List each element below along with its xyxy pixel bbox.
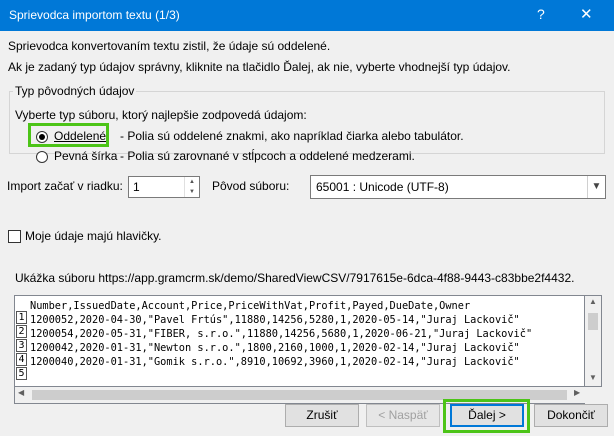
spinner-buttons[interactable]: ▲ ▼	[184, 177, 199, 197]
preview-row: 4 1200042,2020-01-31,"Newton s.r.o.",180…	[15, 341, 520, 366]
preview-row: 1 Number,IssuedDate,Account,Price,PriceW…	[15, 299, 470, 324]
intro-text-2: Ak je zadaný typ údajov správny, kliknit…	[8, 60, 511, 74]
preview-row-text: 1200040,2020-01-31,"Gomik s.r.o.",8910,1…	[30, 356, 520, 368]
start-row-value[interactable]: 1	[133, 180, 140, 194]
title-bar: Sprievodca importom textu (1/3) ? ✕	[0, 0, 614, 31]
preview-vertical-scrollbar[interactable]: ▲ ▼	[585, 295, 602, 387]
preview-row-text: 1200054,2020-05-31,"FIBER, s.r.o.",11880…	[30, 328, 533, 340]
preview-row-text: 1200042,2020-01-31,"Newton s.r.o.",1800,…	[30, 342, 520, 354]
preview-row-text: 1200052,2020-04-30,"Pavel Frtús",11880,1…	[30, 314, 520, 326]
cancel-button[interactable]: Zrušiť	[285, 404, 359, 427]
close-icon[interactable]: ✕	[580, 5, 593, 23]
preview-row: 5 1200040,2020-01-31,"Gomik s.r.o.",8910…	[15, 355, 520, 380]
radio-fixed-width[interactable]: Pevná šírka - Polia sú zarovnané v stĺpc…	[36, 148, 596, 166]
spin-down-icon[interactable]: ▼	[185, 187, 199, 197]
radio-fixed-width-circle[interactable]	[36, 151, 48, 163]
radio-fixed-width-description: - Polia sú zarovnané v stĺpcoch a oddele…	[120, 149, 415, 163]
start-row-label: Import začať v riadku:	[7, 179, 123, 193]
scroll-left-icon[interactable]: ◀	[18, 388, 24, 397]
preview-row-text: Number,IssuedDate,Account,Price,PriceWit…	[30, 300, 471, 312]
preview-row: 3 1200054,2020-05-31,"FIBER, s.r.o.",118…	[15, 327, 532, 352]
vertical-scroll-thumb[interactable]	[588, 313, 598, 330]
preview-label: Ukážka súboru https://app.gramcrm.sk/dem…	[15, 271, 575, 285]
preview-row: 2 1200052,2020-04-30,"Pavel Frtús",11880…	[15, 313, 520, 338]
data-type-hint: Vyberte typ súboru, ktorý najlepšie zodp…	[15, 108, 307, 122]
scroll-right-icon[interactable]: ▶	[574, 388, 580, 397]
scroll-corner	[585, 387, 602, 404]
help-icon[interactable]: ?	[537, 6, 545, 22]
spin-up-icon[interactable]: ▲	[185, 177, 199, 187]
radio-delimited-description: - Polia sú oddelené znakmi, ako napríkla…	[120, 129, 464, 143]
back-button[interactable]: < Naspäť	[366, 404, 440, 427]
group-legend: Typ pôvodných údajov	[15, 84, 135, 98]
finish-button[interactable]: Dokončiť	[534, 404, 608, 427]
scroll-up-icon[interactable]: ▲	[585, 297, 601, 306]
highlight-box-next	[443, 399, 530, 433]
scroll-down-icon[interactable]: ▼	[585, 373, 601, 382]
file-origin-label: Pôvod súboru:	[212, 179, 290, 193]
original-data-type-group: Typ pôvodných údajov Vyberte typ súboru,…	[9, 84, 605, 163]
file-preview[interactable]: 1 Number,IssuedDate,Account,Price,PriceW…	[14, 295, 585, 387]
preview-row-number: 5	[16, 367, 27, 380]
chevron-down-icon[interactable]: ▼	[587, 176, 605, 198]
intro-text-1: Sprievodca konvertovaním textu zistil, ž…	[8, 39, 331, 53]
radio-fixed-width-label[interactable]: Pevná šírka	[54, 149, 117, 163]
start-row-spinner[interactable]: 1 ▲ ▼	[128, 176, 200, 198]
highlight-box-delimited	[28, 123, 109, 147]
headers-checkbox[interactable]	[8, 230, 21, 243]
radio-delimited[interactable]: Oddelené - Polia sú oddelené znakmi, ako…	[36, 128, 596, 146]
file-origin-value[interactable]: 65001 : Unicode (UTF-8)	[316, 180, 449, 194]
file-origin-select[interactable]: 65001 : Unicode (UTF-8) ▼	[310, 175, 606, 199]
headers-checkbox-label[interactable]: Moje údaje majú hlavičky.	[25, 229, 162, 243]
dialog-body: Sprievodca konvertovaním textu zistil, ž…	[0, 31, 614, 436]
window-title: Sprievodca importom textu (1/3)	[9, 8, 180, 22]
